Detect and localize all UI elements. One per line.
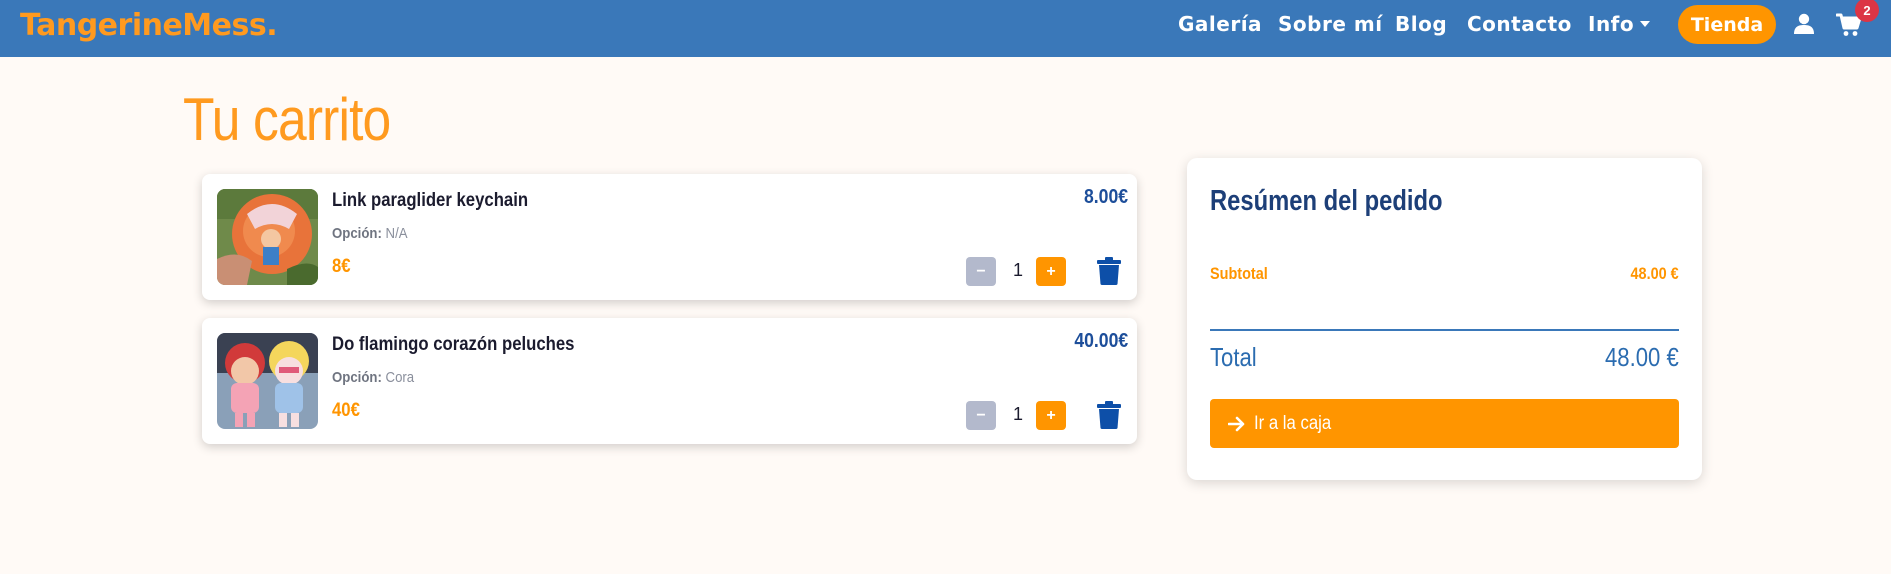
quantity-increase-button[interactable]: +	[1036, 401, 1066, 430]
product-image-keychain[interactable]	[217, 189, 318, 285]
quantity-value: 1	[1013, 260, 1024, 280]
caret-down-icon	[1640, 20, 1651, 27]
item-unit-price: 40€	[332, 400, 360, 421]
subtotal-label: Subtotal	[1210, 264, 1268, 283]
item-name[interactable]: Do flamingo corazón peluches	[332, 334, 574, 356]
item-option-value: N/A	[385, 225, 408, 242]
item-name[interactable]: Link paraglider keychain	[332, 190, 528, 212]
item-total-price: 8.00€	[1083, 186, 1128, 208]
user-icon[interactable]	[1794, 13, 1814, 40]
order-summary-card: Resúmen del pedido Subtotal 48.00 € Tota…	[1187, 158, 1702, 480]
brand-logo[interactable]: TangerineMess.	[20, 8, 278, 43]
nav-dropdown-info[interactable]: Info	[1588, 12, 1651, 36]
cart-item: Do flamingo corazón peluches Opción: Cor…	[202, 318, 1137, 444]
tienda-button[interactable]: Tienda	[1678, 5, 1776, 44]
trash-icon[interactable]	[1097, 257, 1121, 290]
item-option: Opción: Cora	[332, 369, 414, 386]
quantity-decrease-button[interactable]: −	[966, 257, 996, 286]
cart-item: Link paraglider keychain Opción: N/A 8€ …	[202, 174, 1137, 300]
nav-link-contacto[interactable]: Contacto	[1467, 12, 1572, 36]
trash-icon[interactable]	[1097, 401, 1121, 434]
nav-link-blog[interactable]: Blog	[1395, 12, 1447, 36]
item-option-value: Cora	[385, 369, 415, 386]
total-value: 48.00 €	[1605, 342, 1679, 372]
quantity-decrease-button[interactable]: −	[966, 401, 996, 430]
quantity-increase-button[interactable]: +	[1036, 257, 1066, 286]
item-option-label: Opción:	[332, 369, 382, 386]
navbar: TangerineMess. Galería Sobre mí Blog Con…	[0, 0, 1891, 57]
total-label: Total	[1210, 342, 1257, 372]
subtotal-value: 48.00 €	[1630, 264, 1679, 283]
product-image-plushies[interactable]	[217, 333, 318, 429]
page-title: Tu carrito	[183, 86, 391, 153]
nav-info-label: Info	[1588, 12, 1635, 36]
item-option: Opción: N/A	[332, 225, 408, 242]
item-unit-price: 8€	[332, 256, 351, 277]
summary-title: Resúmen del pedido	[1210, 185, 1443, 217]
quantity-value: 1	[1013, 404, 1024, 424]
cart-count-badge: 2	[1855, 0, 1879, 22]
item-option-label: Opción:	[332, 225, 382, 242]
checkout-label: Ir a la caja	[1254, 412, 1332, 434]
nav-link-galeria[interactable]: Galería	[1178, 12, 1262, 36]
item-total-price: 40.00€	[1074, 330, 1128, 352]
arrow-right-icon	[1228, 416, 1246, 432]
nav-link-sobre-mi[interactable]: Sobre mí	[1278, 12, 1383, 36]
checkout-button[interactable]: Ir a la caja	[1210, 399, 1679, 448]
summary-divider	[1210, 329, 1679, 331]
